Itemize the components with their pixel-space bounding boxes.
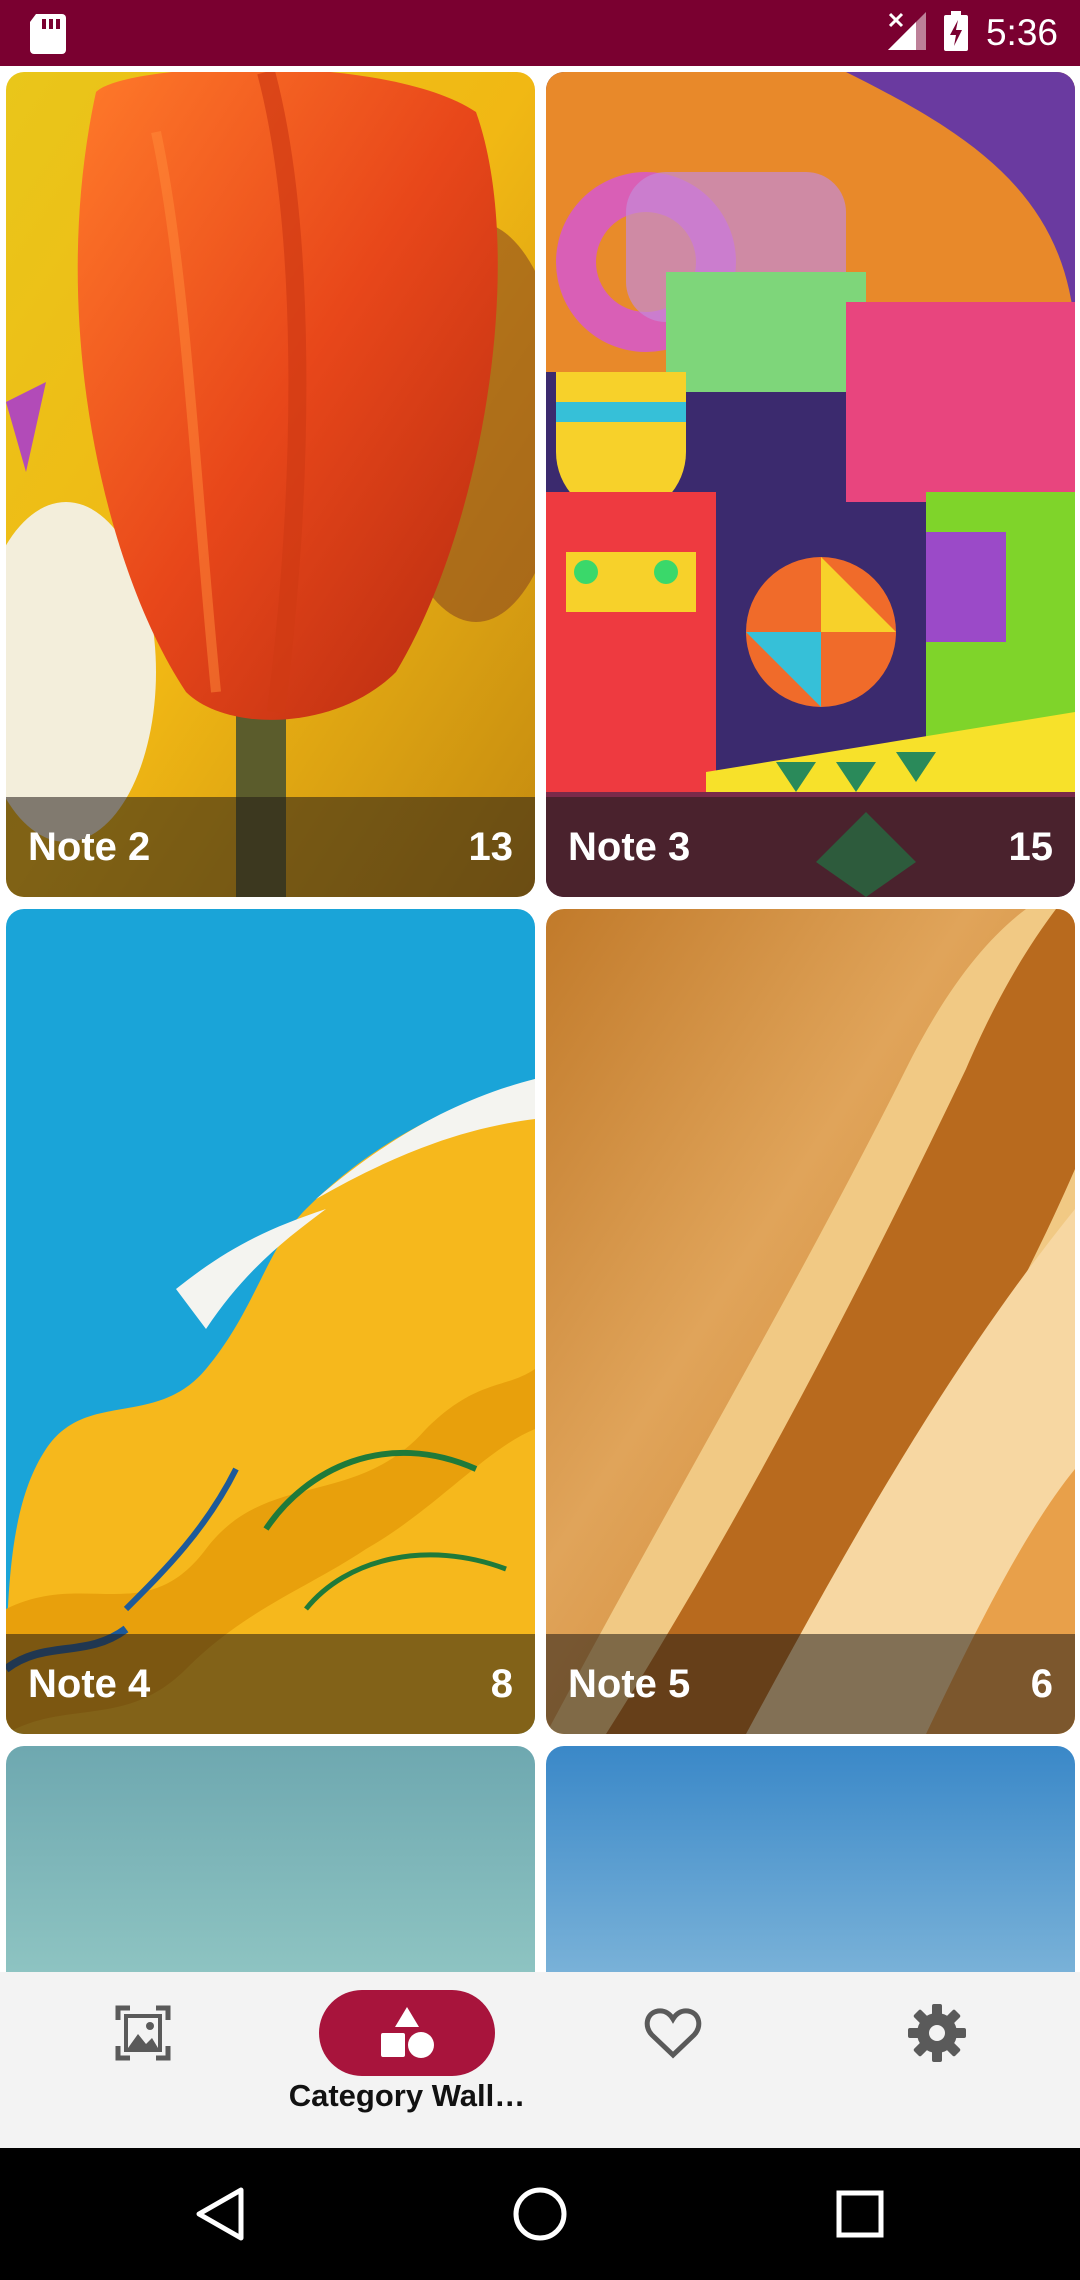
heart-icon — [644, 2008, 702, 2059]
sky-gradient-image — [546, 1746, 1075, 1972]
abstract-art-image — [546, 72, 1075, 897]
card-count: 15 — [1008, 824, 1054, 869]
wallpaper-grid[interactable]: Note 2 13 Note 3 15 Note 4 8 Note 5 6 — [0, 66, 1080, 1972]
card-title: Note 3 — [568, 824, 691, 869]
battery-charging-icon — [943, 10, 968, 56]
card-caption: Note 4 8 — [6, 1634, 535, 1734]
category-card-partial[interactable] — [6, 1746, 535, 1972]
active-indicator — [319, 1990, 495, 2076]
category-card-note-2[interactable]: Note 2 13 — [6, 72, 535, 897]
nav-wallpapers[interactable] — [8, 1972, 278, 2148]
nav-settings[interactable] — [802, 1972, 1072, 2148]
bottom-navigation: Category Wall… — [0, 1972, 1080, 2148]
wallpaper-icon — [115, 2005, 171, 2061]
gear-icon — [908, 2004, 966, 2062]
card-caption: Note 2 13 — [6, 797, 535, 897]
card-caption: Note 5 6 — [546, 1634, 1075, 1734]
card-caption: Note 3 15 — [546, 797, 1075, 897]
nav-category-wallpapers[interactable]: Category Wall… — [272, 1972, 542, 2148]
category-card-note-4[interactable]: Note 4 8 — [6, 909, 535, 1734]
back-icon — [196, 2187, 244, 2241]
nav-label: Category Wall… — [288, 2078, 526, 2113]
home-button[interactable] — [470, 2148, 610, 2280]
card-count: 6 — [1030, 1661, 1053, 1706]
paint-swirl-image — [6, 909, 535, 1734]
card-title: Note 5 — [568, 1661, 691, 1706]
status-bar: 5:36 — [0, 0, 1080, 66]
card-title: Note 4 — [28, 1661, 151, 1706]
no-signal-icon — [887, 11, 926, 55]
category-card-partial[interactable] — [546, 1746, 1075, 1972]
card-count: 8 — [490, 1661, 513, 1706]
card-title: Note 2 — [28, 824, 151, 869]
sd-card-icon — [30, 14, 66, 59]
status-time: 5:36 — [985, 12, 1058, 53]
recents-button[interactable] — [790, 2148, 930, 2280]
teal-gradient-image — [6, 1746, 535, 1972]
category-shapes-icon — [381, 2007, 434, 2058]
home-icon — [513, 2187, 567, 2241]
tulip-image — [6, 72, 535, 897]
recents-icon — [836, 2190, 884, 2238]
nav-favorites[interactable] — [538, 1972, 808, 2148]
category-card-note-5[interactable]: Note 5 6 — [546, 909, 1075, 1734]
category-card-note-3[interactable]: Note 3 15 — [546, 72, 1075, 897]
orange-waves-image — [546, 909, 1075, 1734]
back-button[interactable] — [150, 2148, 290, 2280]
system-navigation-bar — [0, 2148, 1080, 2280]
card-count: 13 — [468, 824, 514, 869]
